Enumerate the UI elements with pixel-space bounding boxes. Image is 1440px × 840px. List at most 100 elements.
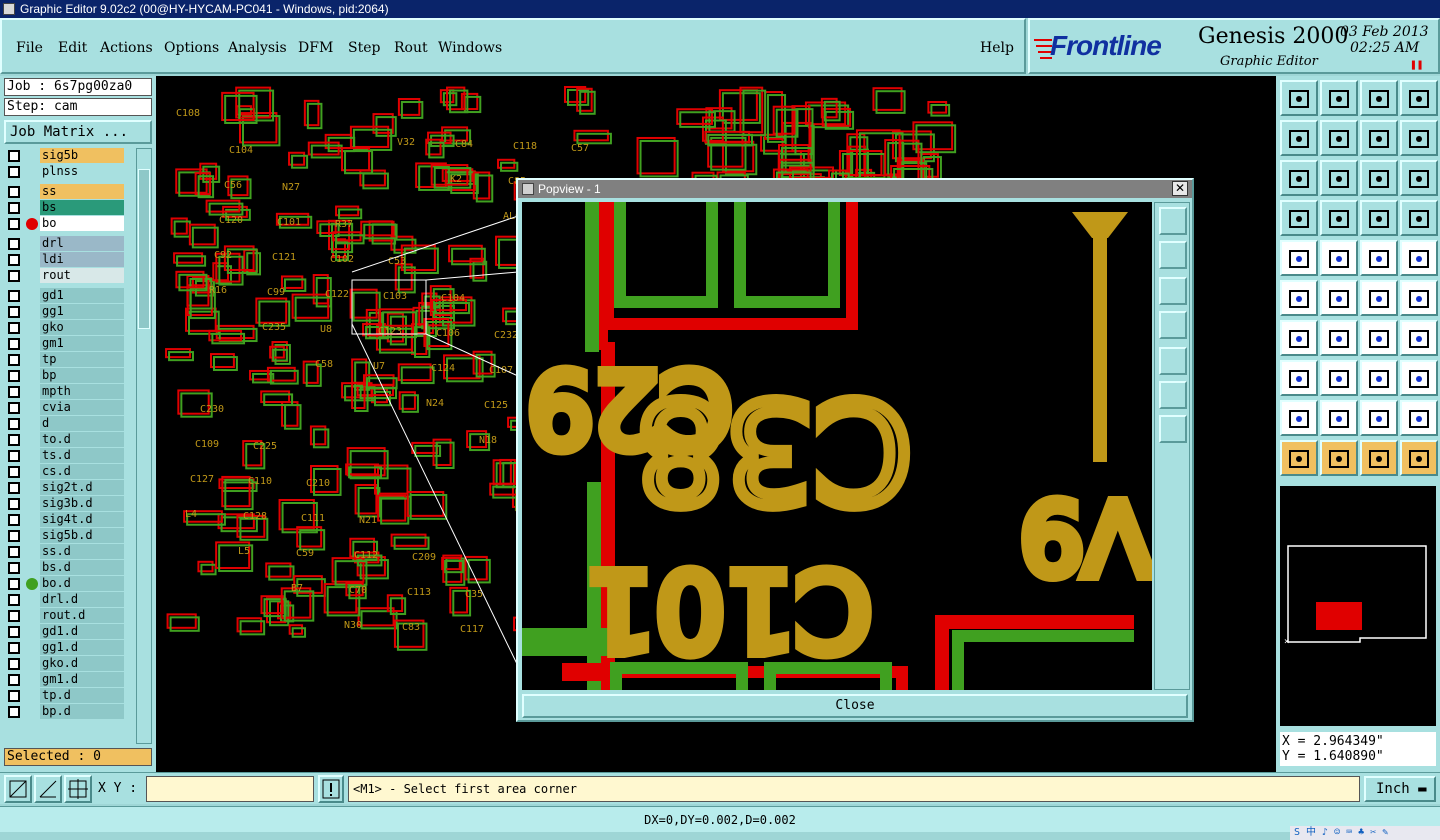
- popview-titlebar[interactable]: Popview - 1 ✕: [518, 180, 1192, 198]
- split-line-icon[interactable]: [1320, 360, 1358, 396]
- layer-name[interactable]: sig3b.d: [40, 496, 124, 511]
- layer-name[interactable]: rout.d: [40, 608, 124, 623]
- redo-view-icon[interactable]: [1400, 120, 1438, 156]
- menu-help[interactable]: Help: [980, 40, 1014, 56]
- popview-pan-right-icon[interactable]: [1159, 347, 1187, 375]
- menu-dfm[interactable]: DFM: [298, 40, 333, 56]
- layer-name[interactable]: sig5b.d: [40, 528, 124, 543]
- overview-minimap[interactable]: ×: [1280, 486, 1436, 726]
- scrollbar-thumb[interactable]: [138, 169, 150, 329]
- layer-row[interactable]: sig2t.d: [4, 480, 126, 496]
- pad-icon[interactable]: [1400, 240, 1438, 276]
- layer-row[interactable]: sig4t.d: [4, 512, 126, 528]
- layer-name[interactable]: gd1: [40, 288, 124, 303]
- layer-name[interactable]: sig4t.d: [40, 512, 124, 527]
- menu-rout[interactable]: Rout: [394, 40, 428, 56]
- layer-name[interactable]: plnss: [40, 164, 124, 179]
- layer-checkbox[interactable]: [8, 290, 20, 302]
- point-icon[interactable]: [1280, 360, 1318, 396]
- layer-name[interactable]: gm1: [40, 336, 124, 351]
- undo-view-icon[interactable]: [1360, 120, 1398, 156]
- layer-row[interactable]: bo.d: [4, 576, 126, 592]
- layer-name[interactable]: bp.d: [40, 704, 124, 719]
- layer-name[interactable]: gg1.d: [40, 640, 124, 655]
- layer-row[interactable]: gg1.d: [4, 640, 126, 656]
- layer-name[interactable]: gm1.d: [40, 672, 124, 687]
- select-arrow-icon[interactable]: [1280, 440, 1318, 476]
- layer-name[interactable]: ss.d: [40, 544, 124, 559]
- layer-checkbox[interactable]: [8, 270, 20, 282]
- layer-row[interactable]: ldi: [4, 252, 126, 268]
- layer-name[interactable]: gko.d: [40, 656, 124, 671]
- layer-row[interactable]: bo: [4, 216, 126, 232]
- layer-name[interactable]: d: [40, 416, 124, 431]
- layer-name[interactable]: bp: [40, 368, 124, 383]
- menu-actions[interactable]: Actions: [100, 40, 153, 56]
- layer-checkbox[interactable]: [8, 626, 20, 638]
- move-node-icon[interactable]: [1360, 280, 1398, 316]
- layer-row[interactable]: bp.d: [4, 704, 126, 720]
- draw-line-icon[interactable]: [1320, 320, 1358, 356]
- layer-name[interactable]: gko: [40, 320, 124, 335]
- layer-row[interactable]: mpth: [4, 384, 126, 400]
- layer-name[interactable]: tp: [40, 352, 124, 367]
- popview-pan-left-icon[interactable]: [1159, 311, 1187, 339]
- popview-canvas[interactable]: C29 C38 C101 V9: [522, 202, 1152, 690]
- layer-checkbox[interactable]: [8, 434, 20, 446]
- layer-checkbox[interactable]: [8, 306, 20, 318]
- layer-row[interactable]: gm1.d: [4, 672, 126, 688]
- add-node-icon[interactable]: [1400, 280, 1438, 316]
- layer-checkbox[interactable]: [8, 530, 20, 542]
- center-icon[interactable]: [1320, 160, 1358, 196]
- ruler-icon[interactable]: [1360, 240, 1398, 276]
- popview-zoom-window-icon[interactable]: [1159, 207, 1187, 235]
- layer-checkbox[interactable]: [8, 370, 20, 382]
- line-tool-icon[interactable]: [1320, 240, 1358, 276]
- layer-row[interactable]: drl.d: [4, 592, 126, 608]
- layer-row[interactable]: ss: [4, 184, 126, 200]
- layer-checkbox[interactable]: [8, 402, 20, 414]
- select-box-icon[interactable]: [1320, 440, 1358, 476]
- layer-checkbox[interactable]: [8, 674, 20, 686]
- layer-row[interactable]: gm1: [4, 336, 126, 352]
- menu-file[interactable]: File: [16, 40, 43, 56]
- layer-checkbox[interactable]: [8, 338, 20, 350]
- measure-distance-icon[interactable]: [1360, 360, 1398, 396]
- layer-checkbox[interactable]: [8, 354, 20, 366]
- layer-name[interactable]: drl.d: [40, 592, 124, 607]
- split-view-icon[interactable]: [1400, 80, 1438, 116]
- layer-checkbox[interactable]: [8, 202, 20, 214]
- layer-row[interactable]: bs: [4, 200, 126, 216]
- layer-name[interactable]: cs.d: [40, 464, 124, 479]
- layer-row[interactable]: tp.d: [4, 688, 126, 704]
- layer-row[interactable]: to.d: [4, 432, 126, 448]
- layer-row[interactable]: tp: [4, 352, 126, 368]
- pan-right-icon[interactable]: [1320, 120, 1358, 156]
- layer-name[interactable]: bo: [40, 216, 124, 231]
- zoom-in-box-icon[interactable]: [1320, 80, 1358, 116]
- menu-step[interactable]: Step: [348, 40, 380, 56]
- select-area-icon[interactable]: [1360, 440, 1398, 476]
- popview-pan-down-icon[interactable]: [1159, 277, 1187, 305]
- layer-name[interactable]: gd1.d: [40, 624, 124, 639]
- fit-icon[interactable]: [1280, 160, 1318, 196]
- layer-row[interactable]: sig5b: [4, 148, 126, 164]
- layer-row[interactable]: sig5b.d: [4, 528, 126, 544]
- layer-checkbox[interactable]: [8, 594, 20, 606]
- layer-checkbox[interactable]: [8, 466, 20, 478]
- layer-name[interactable]: tp.d: [40, 688, 124, 703]
- arch-cross-icon[interactable]: [1400, 400, 1438, 436]
- layer-checkbox[interactable]: [8, 218, 20, 230]
- layer-checkbox[interactable]: [8, 706, 20, 718]
- layer-row[interactable]: d: [4, 416, 126, 432]
- flip-icon[interactable]: [1400, 320, 1438, 356]
- layer-checkbox[interactable]: [8, 186, 20, 198]
- layer-name[interactable]: ss: [40, 184, 124, 199]
- layer-checkbox[interactable]: [8, 238, 20, 250]
- layer-name[interactable]: gg1: [40, 304, 124, 319]
- layer-name[interactable]: sig2t.d: [40, 480, 124, 495]
- layer-checkbox[interactable]: [8, 578, 20, 590]
- layer-name[interactable]: bo.d: [40, 576, 124, 591]
- layer-row[interactable]: bp: [4, 368, 126, 384]
- arc-icon[interactable]: [1360, 320, 1398, 356]
